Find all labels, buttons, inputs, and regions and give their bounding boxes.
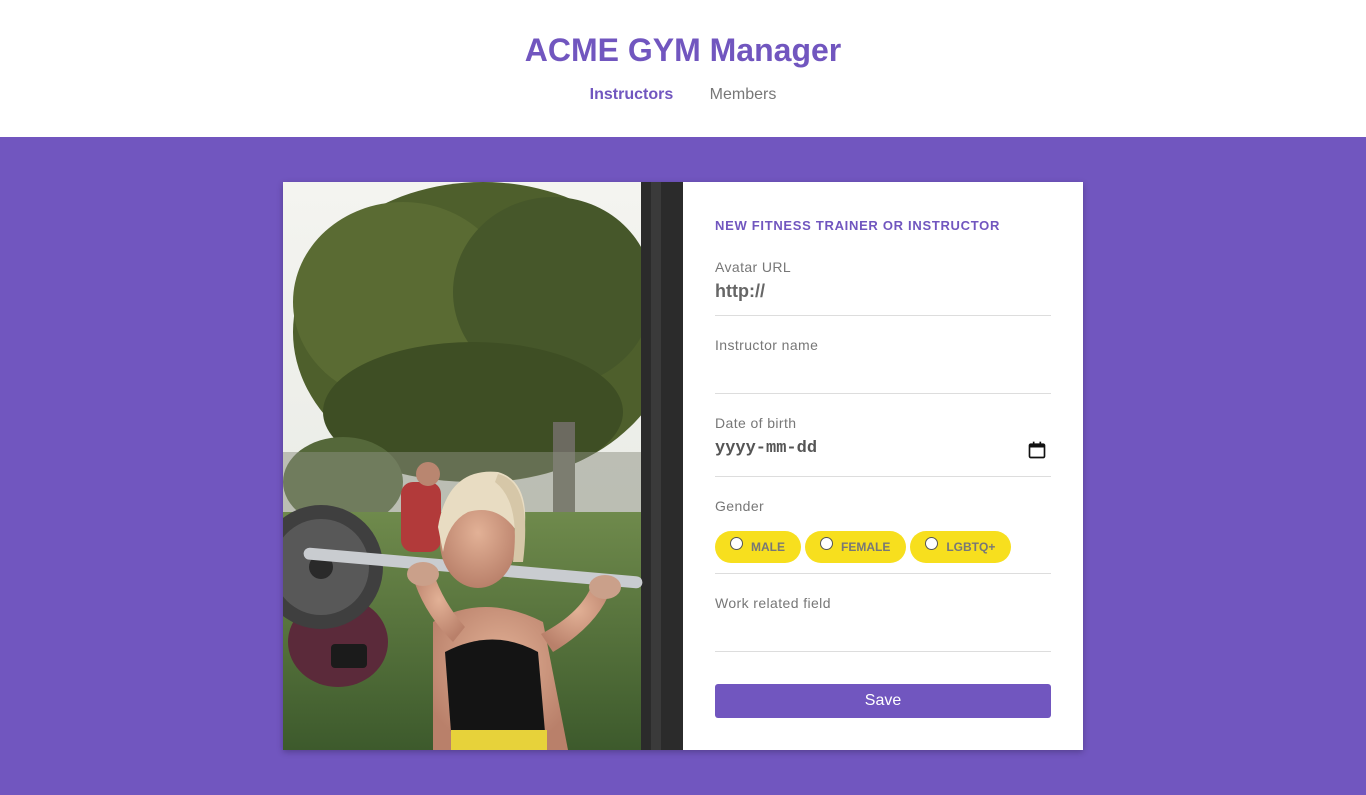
work-field-label: Work related field (715, 595, 831, 611)
work-field: Work related field (715, 594, 1051, 652)
nav-link-instructors[interactable]: Instructors (590, 84, 674, 106)
date-of-birth-label: Date of birth (715, 415, 797, 431)
avatar-url-field: Avatar URL (715, 258, 1051, 316)
radio-button[interactable] (925, 537, 939, 550)
gender-option-lgbtq[interactable]: LGBTQ+ (910, 531, 1012, 563)
app-header: ACME GYM Manager Instructors Members (0, 0, 1366, 137)
radio-button[interactable] (820, 537, 833, 550)
save-button[interactable]: Save (715, 684, 1051, 718)
woman-squatting-barbell-image (283, 182, 683, 750)
nav-link-members[interactable]: Members (710, 84, 777, 106)
main-nav: Instructors Members (0, 84, 1366, 106)
instructor-form-card: NEW FITNESS TRAINER OR INSTRUCTOR Avatar… (283, 182, 1083, 750)
calendar-icon[interactable] (1027, 440, 1047, 460)
date-of-birth-input[interactable]: yyyy-mm-dd (715, 438, 817, 460)
form-title: NEW FITNESS TRAINER OR INSTRUCTOR (715, 218, 1001, 233)
gender-option-label: MALE (751, 540, 785, 554)
work-field-input[interactable] (715, 616, 1015, 638)
gender-radio-group: MALE FEMALE LGBTQ+ (715, 531, 1015, 563)
gender-field: Gender MALE FEMALE LGBTQ+ (715, 497, 1051, 574)
instructor-name-label: Instructor name (715, 337, 819, 353)
date-of-birth-field: Date of birth yyyy-mm-dd (715, 414, 1051, 477)
gender-option-male[interactable]: MALE (715, 531, 801, 563)
instructor-name-field: Instructor name (715, 336, 1051, 394)
instructor-name-input[interactable] (715, 358, 1015, 380)
fitness-photo (283, 182, 683, 750)
radio-button[interactable] (730, 537, 743, 550)
gender-option-label: LGBTQ+ (946, 540, 996, 554)
avatar-url-label: Avatar URL (715, 259, 792, 275)
gender-option-female[interactable]: FEMALE (805, 531, 907, 563)
gender-label: Gender (715, 498, 765, 514)
avatar-url-input[interactable] (715, 280, 1015, 302)
gender-option-label: FEMALE (841, 540, 891, 554)
app-title: ACME GYM Manager (524, 32, 842, 68)
